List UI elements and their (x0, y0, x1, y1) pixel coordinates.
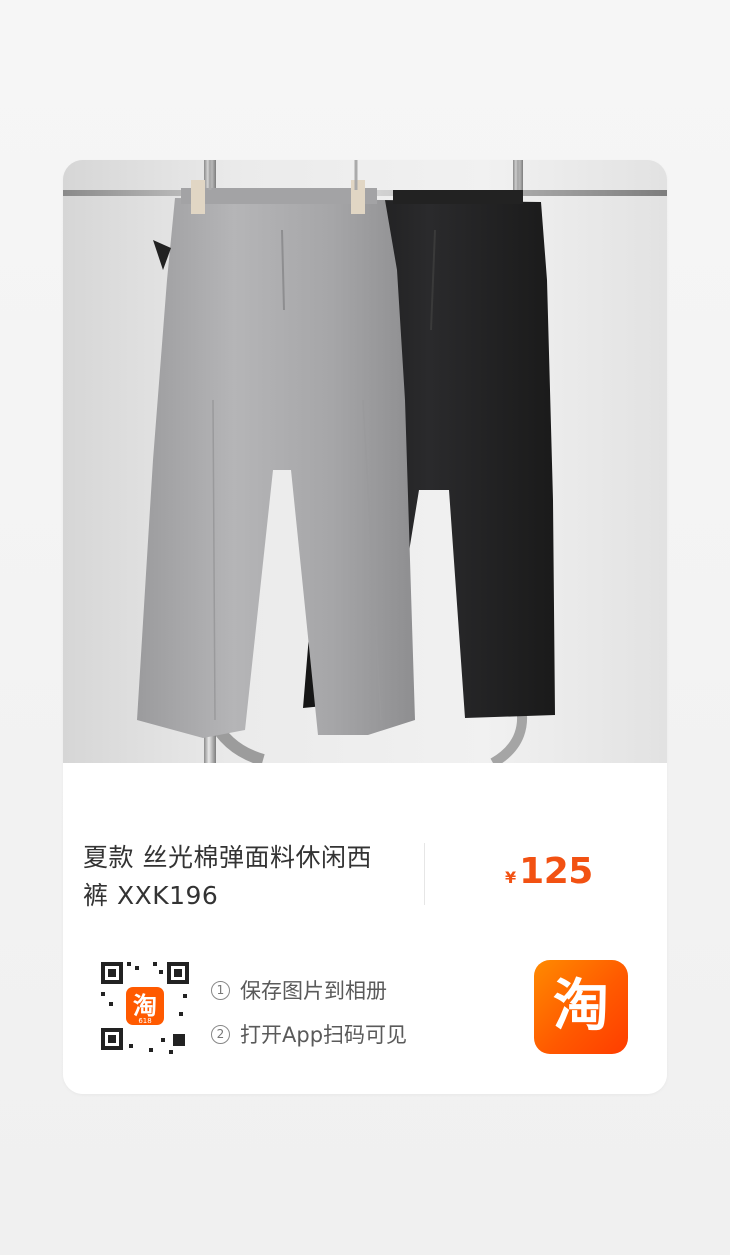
step-number: 2 (211, 1024, 230, 1044)
step-number: 1 (211, 980, 230, 1000)
step-open-app: 2 打开App扫码可见 (211, 1012, 407, 1056)
qr-logo-text: 淘 (133, 992, 157, 1020)
product-title: 夏款 丝光棉弹面料休闲西 裤 XXK196 (83, 839, 403, 915)
step-text: 保存图片到相册 (240, 979, 387, 1003)
share-card: 夏款 丝光棉弹面料休闲西 裤 XXK196 ¥ 125 淘 618 1 保存图片… (63, 160, 667, 1094)
currency-symbol: ¥ (505, 868, 517, 887)
taobao-logo[interactable]: 淘 (534, 960, 628, 1054)
product-photo (63, 160, 667, 763)
taobao-logo-text: 淘 (553, 974, 609, 1039)
qr-code[interactable]: 淘 618 (93, 954, 197, 1058)
price: ¥ 125 (505, 851, 593, 892)
qr-logo-badge: 618 (138, 1017, 151, 1025)
product-info: 夏款 丝光棉弹面料休闲西 裤 XXK196 ¥ 125 淘 618 1 保存图片… (63, 763, 667, 1094)
divider (424, 843, 425, 905)
product-title-line2: 裤 XXK196 (83, 881, 219, 910)
trousers-image (63, 160, 667, 763)
share-steps: 1 保存图片到相册 2 打开App扫码可见 (211, 968, 407, 1056)
product-title-line1: 夏款 丝光棉弹面料休闲西 (83, 843, 372, 872)
step-save-image: 1 保存图片到相册 (211, 968, 407, 1012)
price-value: 125 (519, 851, 593, 892)
step-text: 打开App扫码可见 (240, 1023, 408, 1047)
